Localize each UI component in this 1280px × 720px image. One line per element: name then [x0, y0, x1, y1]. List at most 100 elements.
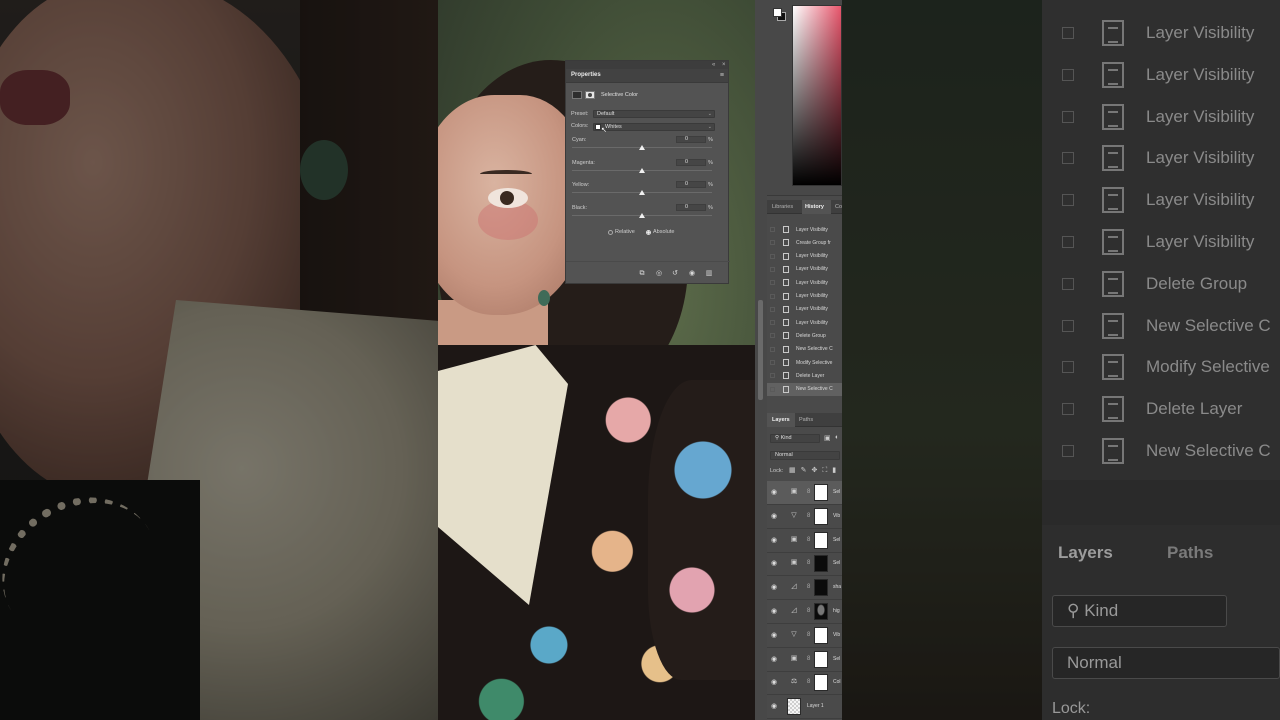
- eye-visibility-icon[interactable]: ◉: [771, 513, 777, 520]
- tab-paths[interactable]: Paths: [799, 417, 813, 423]
- history-item[interactable]: New Selective C: [767, 382, 842, 396]
- visibility-icon[interactable]: ◉: [688, 270, 696, 277]
- history-snapshot-box[interactable]: [770, 253, 775, 259]
- kind-filter-dropdown[interactable]: ⚲ Kind: [770, 434, 820, 443]
- layer-mask-thumbnail[interactable]: [814, 650, 828, 668]
- fg-bg-swatches[interactable]: [773, 8, 787, 22]
- absolute-radio[interactable]: Absolute: [646, 229, 674, 235]
- yellow-value-field[interactable]: 0: [676, 181, 706, 188]
- colors-dropdown[interactable]: Whites ⌄: [593, 123, 715, 131]
- layer-row[interactable]: ◉ ⚖ 8 Col: [767, 671, 842, 696]
- history-snapshot-box[interactable]: [770, 360, 775, 365]
- eye-visibility-icon[interactable]: ◉: [771, 608, 777, 615]
- tab-properties[interactable]: Properties: [571, 72, 601, 78]
- history-snapshot-box[interactable]: [770, 240, 775, 246]
- relative-radio[interactable]: Relative: [608, 229, 635, 235]
- history-item[interactable]: Layer Visibility: [767, 223, 842, 236]
- magenta-slider[interactable]: Magenta: 0 %: [572, 159, 713, 182]
- panel-drag-bar[interactable]: « ×: [566, 61, 728, 69]
- black-slider[interactable]: Black: 0 %: [572, 204, 713, 227]
- eye-visibility-icon[interactable]: ◉: [771, 632, 777, 639]
- layer-thumbnail[interactable]: [787, 698, 801, 716]
- layer-mask-thumbnail[interactable]: [814, 484, 828, 501]
- history-snapshot-box[interactable]: [770, 333, 775, 339]
- eye-visibility-icon[interactable]: ◉: [771, 656, 777, 663]
- mask-icon[interactable]: [585, 91, 595, 99]
- blend-mode-dropdown[interactable]: Normal: [770, 451, 840, 460]
- history-item[interactable]: New Selective C: [767, 343, 842, 356]
- link-chain-icon[interactable]: 8: [807, 513, 810, 519]
- layer-row[interactable]: ◉ ▣ 8 Sel: [767, 552, 842, 577]
- eye-visibility-icon[interactable]: ◉: [771, 679, 777, 686]
- foreground-color-swatch[interactable]: [773, 8, 782, 17]
- tab-libraries[interactable]: Libraries: [772, 204, 793, 210]
- close-panel-button[interactable]: ×: [722, 61, 726, 69]
- link-chain-icon[interactable]: 8: [807, 489, 810, 495]
- image-filter-icon[interactable]: ▣: [824, 434, 831, 442]
- layer-row[interactable]: ◉ ▣ 8 Sel: [767, 481, 842, 505]
- link-chain-icon[interactable]: 8: [807, 608, 810, 614]
- tab-history[interactable]: History: [805, 204, 824, 210]
- color-picker-field[interactable]: [792, 5, 842, 186]
- layer-mask-thumbnail[interactable]: [814, 603, 828, 620]
- adjustment-filter-icon[interactable]: ◐: [835, 434, 839, 441]
- yellow-thumb[interactable]: [639, 190, 645, 195]
- eye-visibility-icon[interactable]: ◉: [771, 560, 777, 567]
- reset-icon[interactable]: ↺: [671, 270, 679, 277]
- link-chain-icon[interactable]: 8: [807, 537, 810, 543]
- clip-to-layer-icon[interactable]: ⧉: [638, 270, 646, 277]
- history-item[interactable]: Delete Layer: [767, 369, 842, 382]
- collapse-panel-button[interactable]: «: [712, 61, 715, 69]
- view-previous-icon[interactable]: ◎: [655, 270, 663, 277]
- link-chain-icon[interactable]: 8: [807, 560, 810, 566]
- history-item[interactable]: Layer Visibility: [767, 316, 842, 329]
- layer-row[interactable]: ◉ ◿ 8 sha: [767, 576, 842, 601]
- layer-mask-thumbnail[interactable]: [814, 507, 828, 525]
- cyan-slider[interactable]: Cyan: 0 %: [572, 136, 713, 159]
- history-snapshot-box[interactable]: [770, 386, 775, 392]
- eye-visibility-icon[interactable]: ◉: [771, 489, 777, 496]
- history-item[interactable]: Layer Visibility: [767, 303, 842, 316]
- history-item[interactable]: Layer Visibility: [767, 263, 842, 276]
- history-item[interactable]: Delete Group: [767, 329, 842, 342]
- scrollbar-thumb[interactable]: [758, 300, 763, 400]
- layer-mask-thumbnail[interactable]: [814, 626, 828, 644]
- layer-mask-thumbnail[interactable]: [814, 555, 828, 573]
- black-thumb[interactable]: [639, 213, 645, 218]
- tab-color[interactable]: Co: [835, 204, 842, 210]
- trash-icon[interactable]: ▥: [705, 270, 713, 277]
- layer-mask-thumbnail[interactable]: [814, 531, 828, 549]
- magenta-value-field[interactable]: 0: [676, 159, 706, 166]
- layer-row[interactable]: ◉ ▣ 8 Sel: [767, 529, 842, 553]
- history-snapshot-box[interactable]: [770, 293, 775, 299]
- cyan-value-field[interactable]: 0: [676, 136, 706, 143]
- lock-icons[interactable]: ▦✎✥⛶▮: [789, 466, 841, 475]
- eye-visibility-icon[interactable]: ◉: [771, 584, 777, 591]
- history-item[interactable]: Layer Visibility: [767, 290, 842, 303]
- link-chain-icon[interactable]: 8: [807, 632, 810, 638]
- layer-row[interactable]: ◉ ▽ 8 Vib: [767, 505, 842, 529]
- layer-row[interactable]: ◉ ▽ 8 Vib: [767, 624, 842, 648]
- history-snapshot-box[interactable]: [770, 266, 775, 272]
- history-snapshot-box[interactable]: [770, 280, 775, 286]
- history-snapshot-box[interactable]: [770, 320, 775, 326]
- selective-color-icon[interactable]: [572, 91, 582, 99]
- eye-visibility-icon[interactable]: ◉: [771, 703, 777, 710]
- history-item[interactable]: Modify Selective: [767, 356, 842, 369]
- history-snapshot-box[interactable]: [770, 306, 775, 312]
- history-item[interactable]: Layer Visibility: [767, 250, 842, 263]
- layer-row[interactable]: ◉ ◿ 8 hig: [767, 600, 842, 624]
- panel-menu-icon[interactable]: ≡: [720, 72, 724, 79]
- preset-dropdown[interactable]: Default ⌄: [593, 110, 715, 118]
- link-chain-icon[interactable]: 8: [807, 679, 810, 685]
- eye-visibility-icon[interactable]: ◉: [771, 537, 777, 544]
- layer-mask-thumbnail[interactable]: [814, 674, 828, 692]
- tab-layers[interactable]: Layers: [772, 417, 790, 423]
- history-snapshot-box[interactable]: [770, 346, 775, 352]
- layer-row[interactable]: ◉ ▣ 8 Sel: [767, 648, 842, 672]
- canvas-scrollbar[interactable]: [755, 0, 767, 720]
- history-item[interactable]: Layer Visibility: [767, 276, 842, 289]
- link-chain-icon[interactable]: 8: [807, 656, 810, 662]
- history-snapshot-box[interactable]: [770, 227, 775, 232]
- magenta-thumb[interactable]: [639, 168, 645, 173]
